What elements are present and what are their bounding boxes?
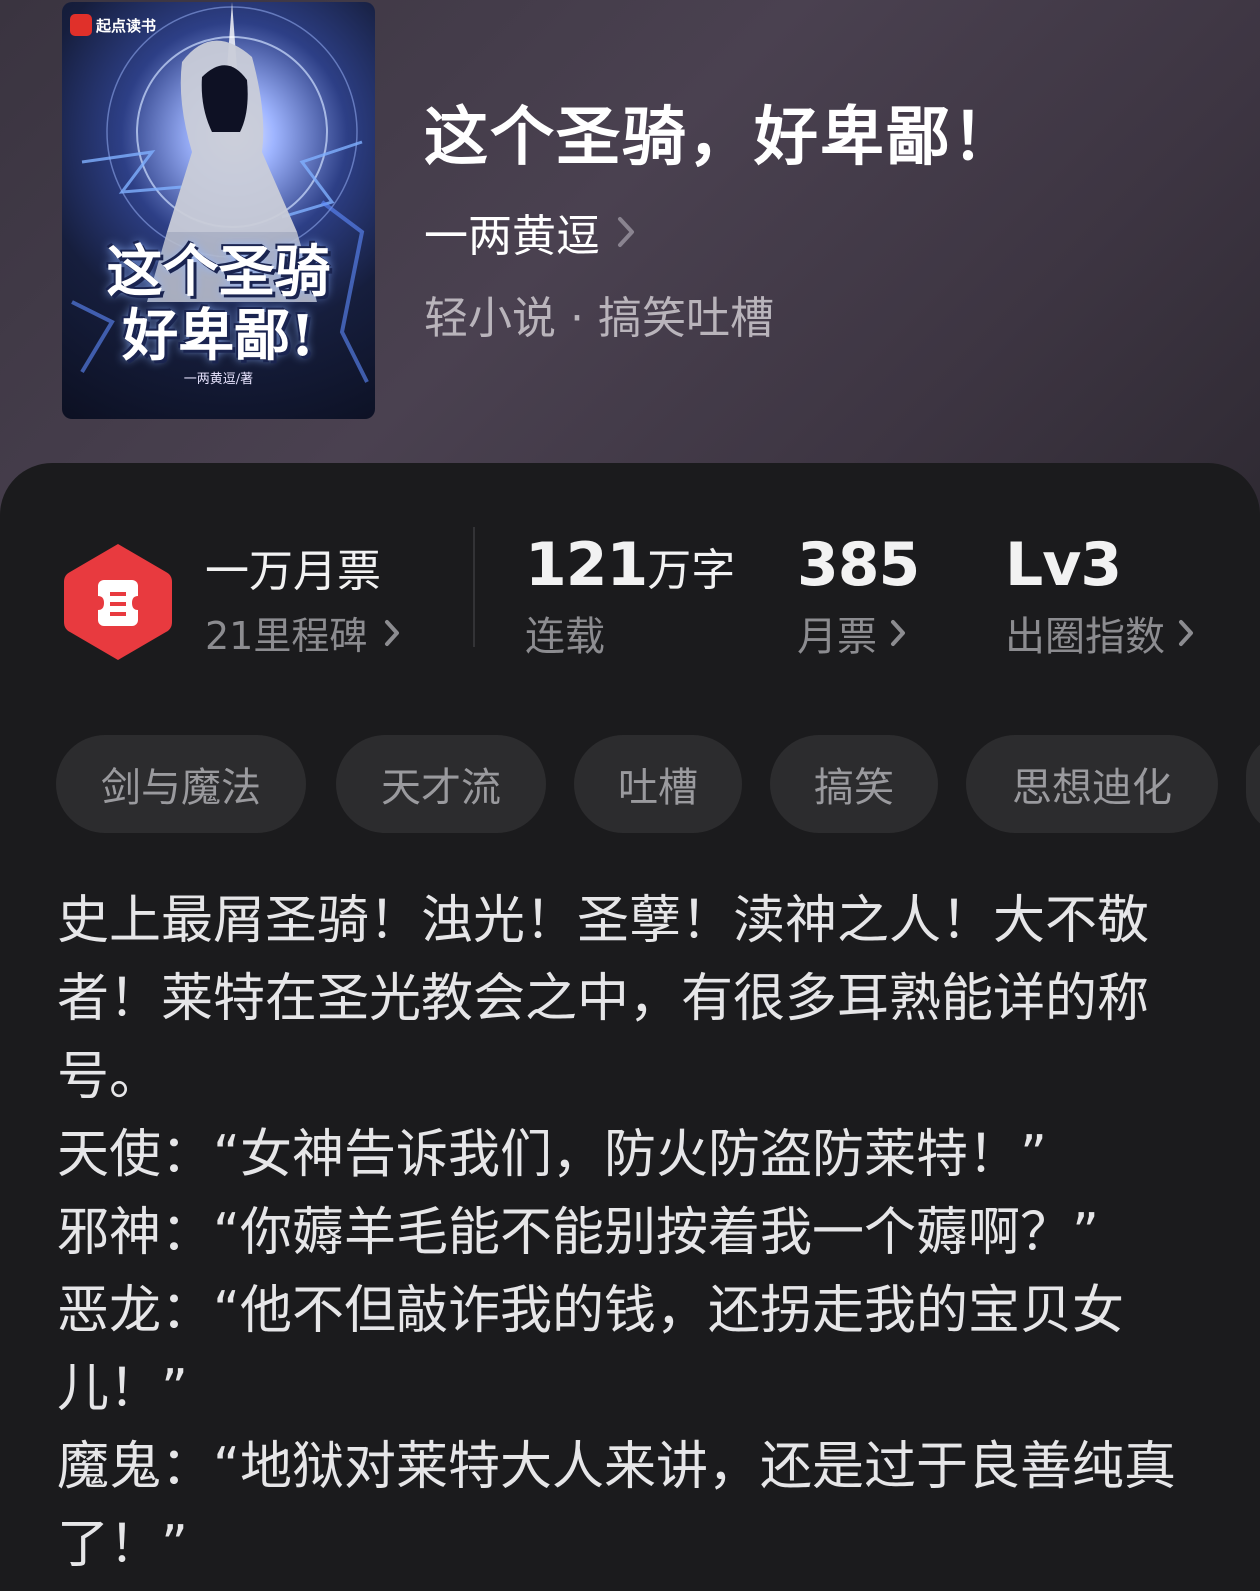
author-name: 一两黄逗	[424, 211, 600, 262]
word-count-stat: 121万字 连载	[525, 530, 735, 662]
description-paragraph: 邪神：“你薅羊毛能不能别按着我一个薅啊？”	[57, 1203, 1099, 1263]
description-paragraph: 天使：“女神告诉我们，防火防盗防莱特！”	[57, 1125, 1047, 1185]
tag-chip[interactable]: 天才流	[336, 735, 546, 833]
genre-line: 轻小说 · 搞笑吐槽	[424, 293, 774, 344]
milestone-stat[interactable]: 一万月票 21里程碑	[205, 535, 401, 660]
popularity-index-label: 出圈指数	[1005, 614, 1165, 660]
chevron-right-icon	[891, 620, 905, 646]
ticket-badge-icon[interactable]	[62, 540, 174, 664]
cover-brand: 起点读书	[70, 14, 156, 36]
stat-divider	[473, 527, 475, 647]
cover-author-credit: 一两黄逗/著	[183, 372, 254, 387]
chevron-right-icon	[618, 217, 634, 247]
tag-chip[interactable]: 搞笑	[770, 735, 938, 833]
cover-brand-text: 起点读书	[96, 16, 157, 35]
popularity-index-stat[interactable]: Lv3 出圈指数	[1005, 530, 1195, 662]
book-title: 这个圣骑，好卑鄙！	[424, 100, 1018, 175]
book-cover[interactable]: 起点读书 这个圣骑 好卑鄙! 一两黄逗/著	[62, 2, 375, 419]
description-paragraph: 恶龙：“他不但敲诈我的钱，还拐走我的宝贝女儿！”	[57, 1281, 1124, 1419]
tag-chip[interactable]: 思想迪化	[966, 735, 1218, 833]
chevron-right-icon	[1179, 620, 1193, 646]
qidian-logo-icon	[70, 14, 92, 36]
monthly-tickets-value: 385	[797, 530, 920, 600]
popularity-index-value: Lv3	[1005, 530, 1122, 600]
tag-chip-overflow[interactable]	[1246, 735, 1260, 833]
serial-status: 连载	[525, 614, 605, 660]
description-paragraph: 史上最屑圣骑！浊光！圣孽！渎神之人！大不敬者！莱特在圣光教会之中，有很多耳熟能详…	[57, 891, 1150, 1107]
author-link[interactable]: 一两黄逗	[424, 200, 636, 264]
milestone-title: 一万月票	[205, 546, 381, 597]
tag-chip[interactable]: 吐槽	[574, 735, 742, 833]
book-description[interactable]: 史上最屑圣骑！浊光！圣孽！渎神之人！大不敬者！莱特在圣光教会之中，有很多耳熟能详…	[57, 882, 1177, 1584]
description-paragraph: 魔鬼：“地狱对莱特大人来讲，还是过于良善纯真了！”	[57, 1437, 1176, 1575]
milestone-sub: 21里程碑	[205, 614, 368, 658]
monthly-tickets-stat[interactable]: 385 月票	[797, 530, 920, 662]
cover-title-line1: 这个圣骑	[106, 239, 331, 305]
word-count-unit: 万字	[647, 545, 736, 596]
tag-chip[interactable]: 剑与魔法	[56, 735, 306, 833]
cover-title-line2: 好卑鄙!	[122, 303, 315, 369]
tag-list: 剑与魔法 天才流 吐槽 搞笑 思想迪化	[56, 735, 1260, 833]
monthly-tickets-label: 月票	[797, 614, 877, 660]
chevron-right-icon	[385, 619, 400, 646]
cover-title: 这个圣骑 好卑鄙!	[62, 240, 375, 368]
word-count-value: 121	[525, 530, 648, 600]
